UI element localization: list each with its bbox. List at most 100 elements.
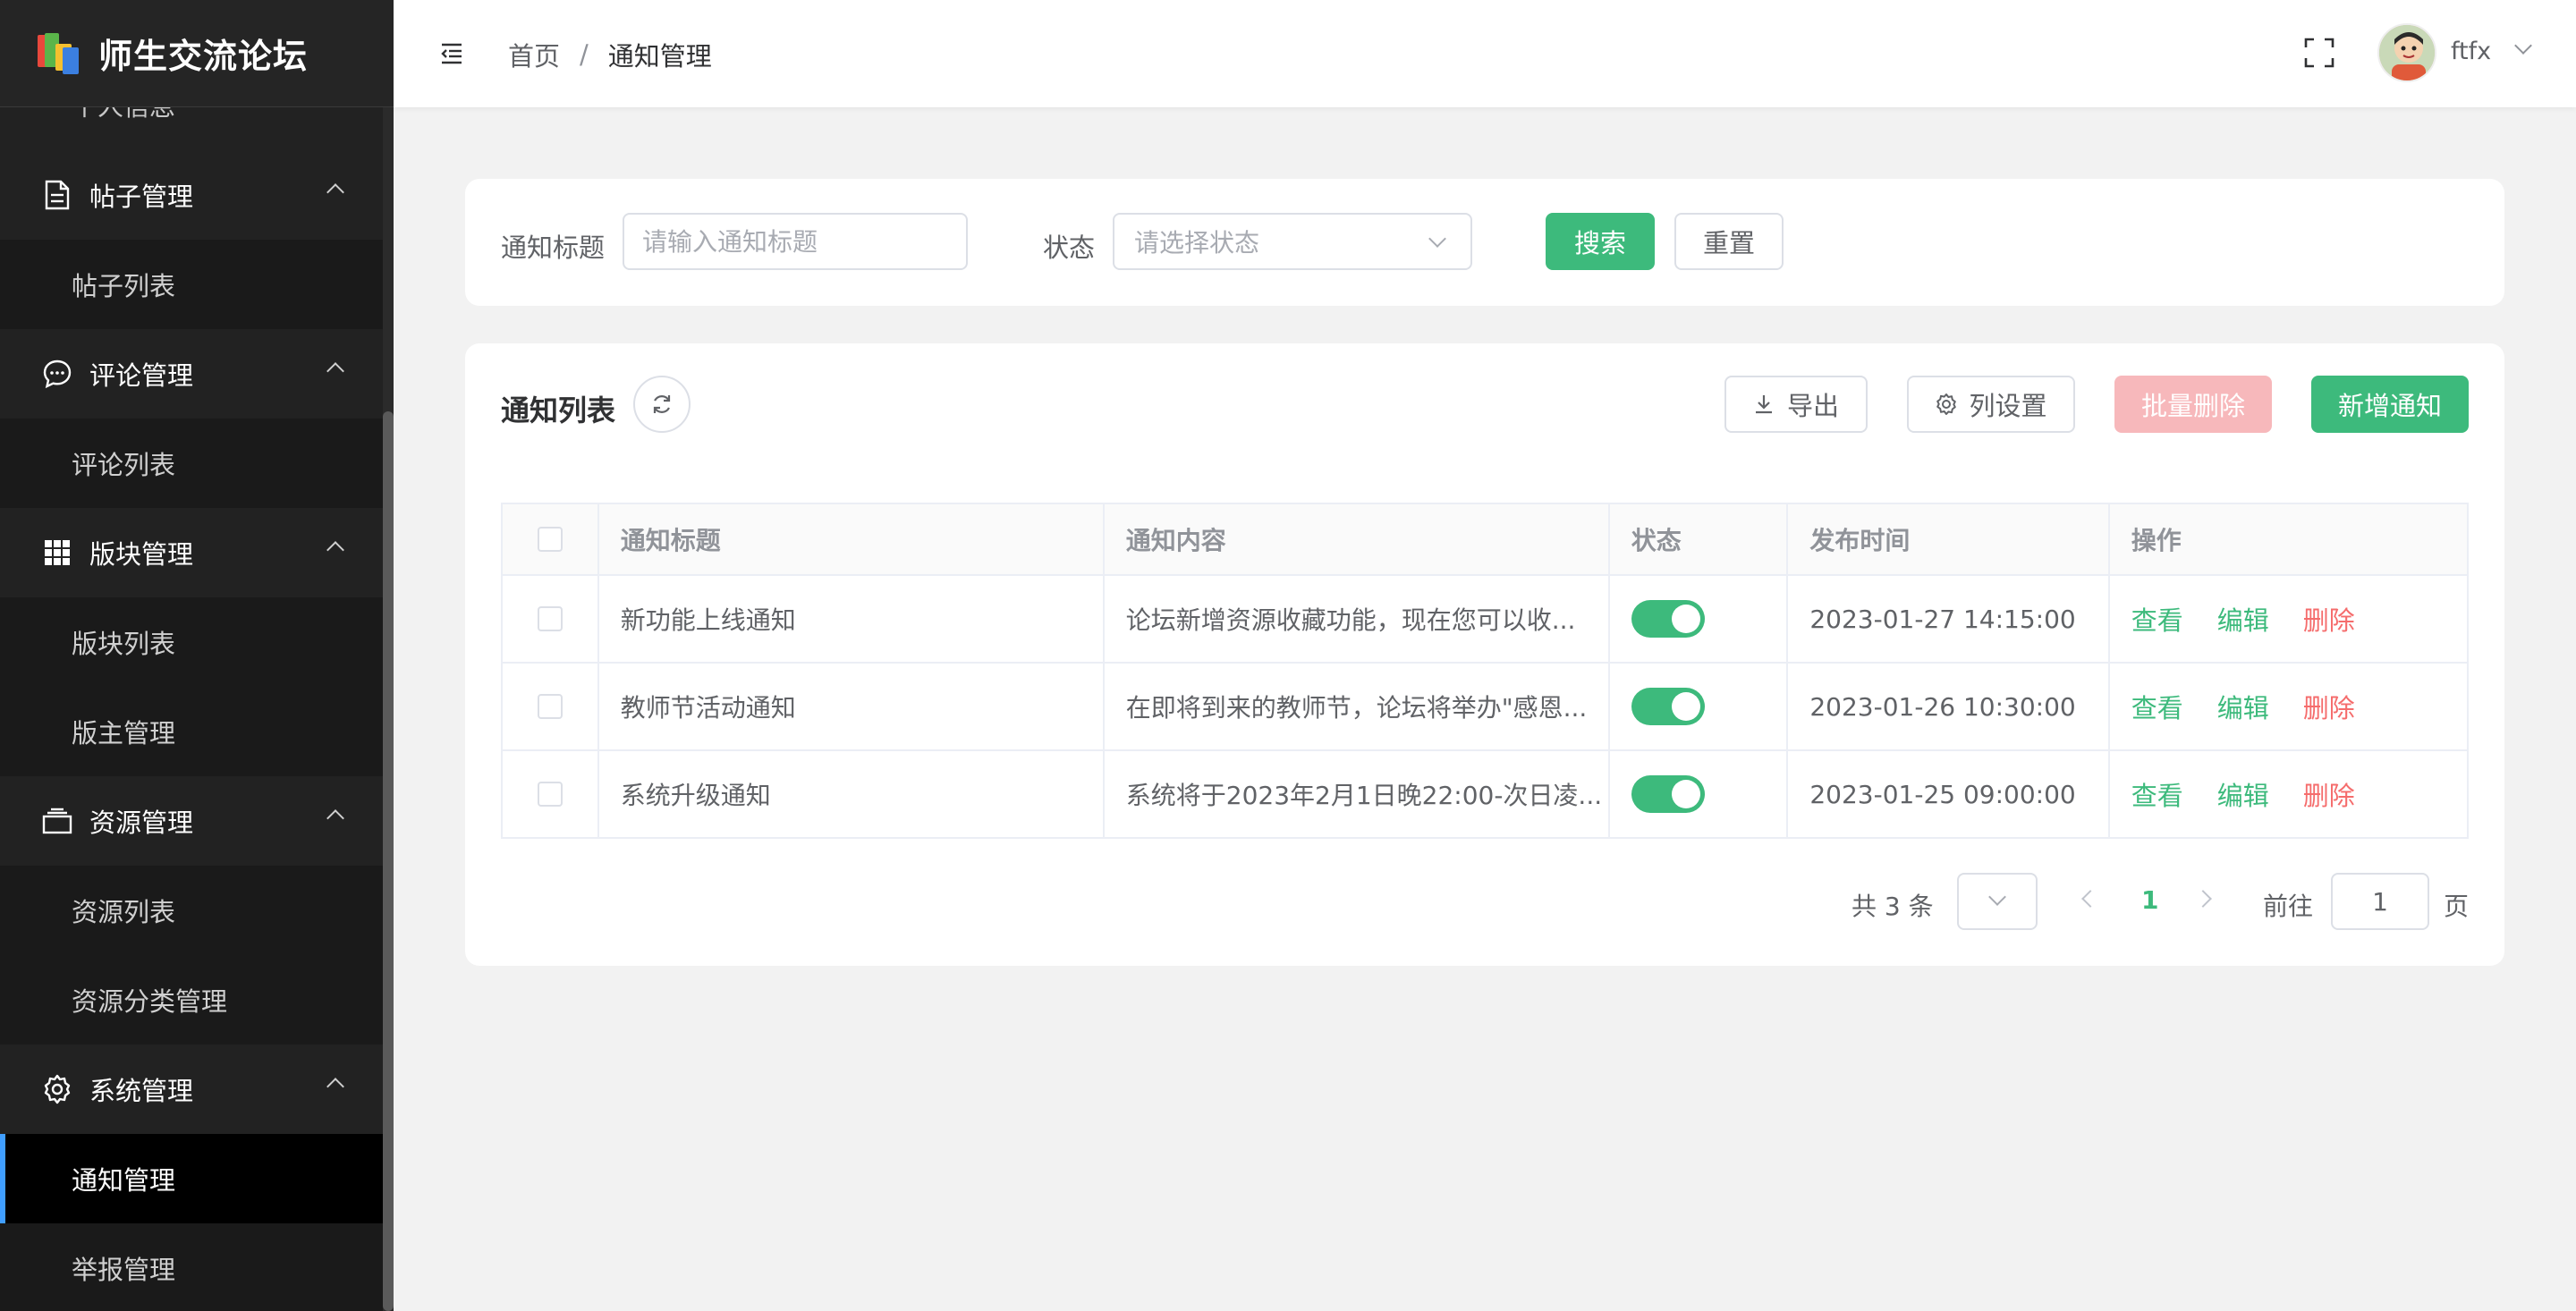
breadcrumb-home[interactable]: 首页 <box>508 36 560 73</box>
search-form-card: 通知标题 状态 请选择状态 搜索 重置 <box>465 179 2504 306</box>
sidebar-item-board-list[interactable]: 版块列表 <box>0 597 383 687</box>
sidebar-item-reports[interactable]: 举报管理 <box>0 1223 383 1311</box>
menu-group-posts[interactable]: 帖子管理 <box>0 150 383 240</box>
view-link[interactable]: 查看 <box>2131 688 2183 725</box>
menu-group-label: 系统管理 <box>89 1076 194 1106</box>
sidebar-item-post-list[interactable]: 帖子列表 <box>0 240 383 329</box>
title-search-input[interactable] <box>623 213 968 270</box>
column-header-status: 状态 <box>1609 504 1789 574</box>
column-settings-button[interactable]: 列设置 <box>1907 376 2075 433</box>
menu-group-label: 评论管理 <box>89 360 194 391</box>
chevron-up-icon <box>326 541 344 559</box>
edit-link[interactable]: 编辑 <box>2217 600 2269 638</box>
sidebar-scrollbar-thumb[interactable] <box>383 411 394 1311</box>
reset-button[interactable]: 重置 <box>1674 213 1784 270</box>
export-button[interactable]: 导出 <box>1724 376 1868 433</box>
avatar[interactable] <box>2377 23 2436 82</box>
menu-group-system[interactable]: 系统管理 <box>0 1045 383 1134</box>
pagination-total: 共 3 条 <box>1852 892 1934 921</box>
column-header-actions: 操作 <box>2109 504 2467 574</box>
status-select[interactable]: 请选择状态 <box>1113 213 1472 270</box>
delete-link[interactable]: 删除 <box>2303 600 2355 638</box>
chevron-down-icon <box>1988 888 2006 906</box>
table-row: 系统升级通知 系统将于2023年2月1日晚22:00-次日凌... 2023-0… <box>503 751 2467 837</box>
prev-page-icon[interactable] <box>2081 890 2099 908</box>
page-size-select[interactable] <box>1957 873 2038 930</box>
select-all-checkbox[interactable] <box>537 527 563 552</box>
actions-cell: 查看 编辑 删除 <box>2110 664 2467 749</box>
sidebar-item-notifications[interactable]: 通知管理 <box>0 1134 383 1223</box>
gear-icon <box>41 1073 73 1105</box>
top-header: 首页 / 通知管理 ftfx <box>394 0 2576 107</box>
column-header-title: 通知标题 <box>598 504 1105 574</box>
notification-title: 新功能上线通知 <box>599 576 1105 662</box>
publish-time: 2023-01-25 09:00:00 <box>1788 751 2110 837</box>
notification-list-card: 通知列表 导出 列设置 批量删除 新增通知 通知标题 通知内容 状态 发布时间 … <box>465 343 2504 966</box>
chevron-down-icon[interactable] <box>2514 37 2532 55</box>
menu-group-label: 资源管理 <box>89 808 194 838</box>
fullscreen-icon[interactable] <box>2304 38 2334 68</box>
column-header-time: 发布时间 <box>1788 504 2110 574</box>
menu-fold-icon[interactable] <box>440 41 463 64</box>
refresh-button[interactable] <box>633 376 691 433</box>
search-button[interactable]: 搜索 <box>1546 213 1655 270</box>
row-checkbox[interactable] <box>537 782 563 807</box>
status-filter-label: 状态 <box>1043 233 1096 263</box>
breadcrumb: 首页 / 通知管理 <box>508 36 712 73</box>
row-checkbox[interactable] <box>537 606 563 631</box>
sidebar: 个人信息 帖子管理 帖子列表 评论管理 评论列表 版块管理 版块列表 版主管理 <box>0 0 394 1311</box>
notification-content: 在即将到来的教师节，论坛将举办"感恩... <box>1105 664 1610 749</box>
notification-title: 教师节活动通知 <box>599 664 1105 749</box>
sidebar-item-resource-list[interactable]: 资源列表 <box>0 866 383 955</box>
refresh-icon <box>653 395 671 413</box>
breadcrumb-current: 通知管理 <box>607 41 712 72</box>
edit-link[interactable]: 编辑 <box>2217 688 2269 725</box>
status-toggle[interactable] <box>1631 775 1705 813</box>
chevron-up-icon <box>326 362 344 380</box>
delete-link[interactable]: 删除 <box>2303 775 2355 813</box>
chevron-up-icon <box>326 1078 344 1095</box>
delete-link[interactable]: 删除 <box>2303 688 2355 725</box>
status-toggle[interactable] <box>1631 600 1705 638</box>
sidebar-item-moderators[interactable]: 版主管理 <box>0 687 383 776</box>
sidebar-item-comment-list[interactable]: 评论列表 <box>0 419 383 508</box>
chevron-down-icon <box>1428 230 1446 248</box>
gear-icon <box>1936 393 1957 415</box>
menu-group-label: 帖子管理 <box>89 182 194 212</box>
column-settings-label: 列设置 <box>1969 391 2047 421</box>
menu-group-comments[interactable]: 评论管理 <box>0 329 383 419</box>
grid-icon <box>41 537 73 569</box>
row-select-cell <box>503 751 599 837</box>
sidebar-item-resource-categories[interactable]: 资源分类管理 <box>0 955 383 1045</box>
edit-link[interactable]: 编辑 <box>2217 775 2269 813</box>
status-select-placeholder: 请选择状态 <box>1134 228 1260 258</box>
actions-cell: 查看 编辑 删除 <box>2110 751 2467 837</box>
menu-group-resources[interactable]: 资源管理 <box>0 776 383 866</box>
status-toggle[interactable] <box>1631 688 1705 725</box>
goto-page-input[interactable] <box>2331 873 2429 930</box>
title-filter-label: 通知标题 <box>501 233 606 263</box>
view-link[interactable]: 查看 <box>2131 775 2183 813</box>
table-row: 教师节活动通知 在即将到来的教师节，论坛将举办"感恩... 2023-01-26… <box>503 664 2467 751</box>
page-number-current[interactable]: 1 <box>2141 885 2158 915</box>
batch-delete-button[interactable]: 批量删除 <box>2114 376 2272 433</box>
select-all-cell <box>503 504 599 574</box>
books-logo-icon <box>36 31 80 76</box>
list-title: 通知列表 <box>501 393 616 427</box>
publish-time: 2023-01-27 14:15:00 <box>1788 576 2110 662</box>
actions-cell: 查看 编辑 删除 <box>2110 576 2467 662</box>
menu-group-boards[interactable]: 版块管理 <box>0 508 383 597</box>
notification-table: 通知标题 通知内容 状态 发布时间 操作 新功能上线通知 论坛新增资源收藏功能，… <box>501 503 2469 839</box>
chevron-up-icon <box>326 183 344 201</box>
row-select-cell <box>503 576 599 662</box>
username[interactable]: ftfx <box>2451 38 2491 65</box>
row-checkbox[interactable] <box>537 694 563 719</box>
column-header-content: 通知内容 <box>1104 504 1610 574</box>
page-suffix-label: 页 <box>2444 892 2470 921</box>
notification-title: 系统升级通知 <box>599 751 1105 837</box>
view-link[interactable]: 查看 <box>2131 600 2183 638</box>
export-button-label: 导出 <box>1786 391 1839 421</box>
add-notification-button[interactable]: 新增通知 <box>2311 376 2469 433</box>
next-page-icon[interactable] <box>2194 890 2212 908</box>
download-icon <box>1755 395 1772 414</box>
